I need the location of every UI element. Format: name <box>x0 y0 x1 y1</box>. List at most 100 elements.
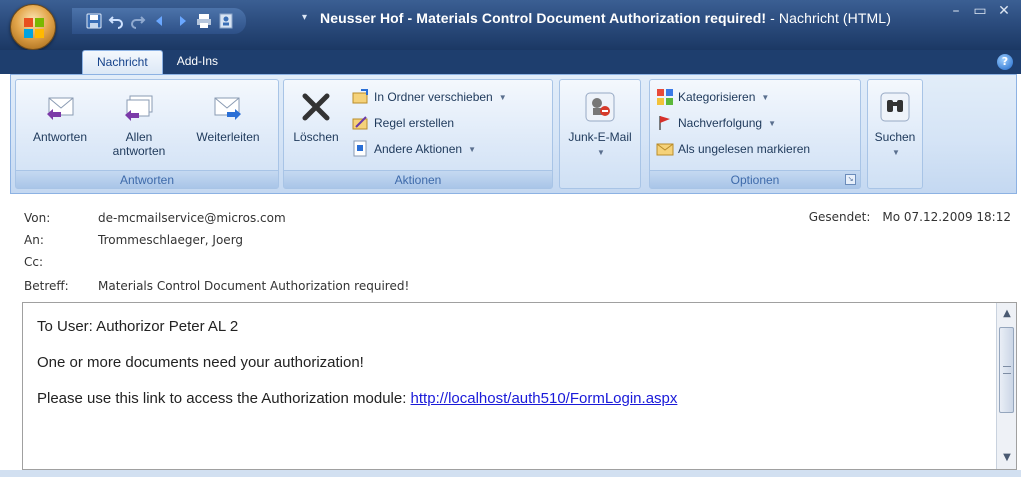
scroll-up-icon[interactable]: ▲ <box>998 305 1016 323</box>
unread-mail-icon <box>656 143 674 156</box>
delete-button[interactable]: Löschen <box>288 86 344 144</box>
options-dialog-launcher-icon[interactable]: ↘ <box>845 174 856 185</box>
sent-info: Gesendet: Mo 07.12.2009 18:12 <box>809 210 1011 224</box>
scroll-down-icon[interactable]: ▼ <box>998 449 1016 467</box>
rule-icon <box>352 116 368 130</box>
group-aktionen: Löschen In Ordner verschieben ▼ Regel er… <box>283 79 553 189</box>
binoculars-icon <box>880 92 910 122</box>
to-row: An: Trommeschlaeger, Joerg <box>24 230 243 250</box>
office-button[interactable] <box>10 4 56 50</box>
save-icon[interactable] <box>86 13 102 29</box>
forward-label: Weiterleiten <box>196 130 260 144</box>
group-suchen: Suchen ▼ <box>867 79 923 189</box>
delete-icon <box>302 93 330 121</box>
sent-value: Mo 07.12.2009 18:12 <box>882 210 1011 224</box>
window-bottom-border <box>0 470 1021 477</box>
cc-label: Cc: <box>24 255 44 269</box>
move-to-folder-button[interactable]: In Ordner verschieben ▼ <box>352 86 507 108</box>
group-aktionen-label: Aktionen <box>284 170 552 188</box>
customize-qat-icon[interactable]: ▾ <box>302 12 307 23</box>
chevron-down-icon: ▼ <box>892 148 900 157</box>
to-label: An: <box>24 233 44 247</box>
chevron-down-icon: ▼ <box>597 148 605 157</box>
reply-all-label: Allen antworten <box>112 130 166 158</box>
message-body[interactable]: To User: Authorizor Peter AL 2 One or mo… <box>22 302 1017 470</box>
chevron-down-icon: ▼ <box>468 144 476 154</box>
subject-value: Materials Control Document Authorization… <box>98 279 410 293</box>
quick-access-toolbar <box>72 8 246 34</box>
chevron-down-icon: ▼ <box>761 92 770 102</box>
tab-nachricht[interactable]: Nachricht <box>82 50 163 74</box>
message-header: Von: de-mcmailservice@micros.com An: Tro… <box>10 198 1017 302</box>
to-value[interactable]: Trommeschlaeger, Joerg <box>98 233 243 247</box>
group-optionen-label: Optionen <box>650 170 860 188</box>
chevron-down-icon: ▼ <box>768 118 776 128</box>
follow-up-button[interactable]: Nachverfolgung ▼ <box>656 112 776 134</box>
move-to-folder-label: In Ordner verschieben <box>374 90 493 104</box>
authorization-link[interactable]: http://localhost/auth510/FormLogin.aspx <box>411 390 678 407</box>
cc-row: Cc: <box>24 252 98 272</box>
title-bar: ▾ Neusser Hof - Materials Control Docume… <box>0 0 1021 50</box>
office-logo-icon <box>24 18 44 38</box>
body-link-prefix: Please use this link to access the Autho… <box>37 390 411 407</box>
next-item-icon[interactable] <box>174 13 190 29</box>
delete-label: Löschen <box>293 130 339 144</box>
search-label: Suchen <box>874 130 916 144</box>
create-rule-button[interactable]: Regel erstellen <box>352 112 454 134</box>
search-button[interactable]: Suchen ▼ <box>870 86 920 160</box>
reply-label: Antworten <box>32 130 88 144</box>
categorize-label: Kategorisieren <box>678 90 756 104</box>
forward-button[interactable]: Weiterleiten <box>182 86 274 144</box>
junk-email-button[interactable]: Junk-E-Mail ▼ <box>562 86 638 160</box>
window-controls: – ▭ ✕ <box>945 2 1015 20</box>
ribbon-tabs: Nachricht Add-Ins <box>82 50 232 74</box>
follow-up-label: Nachverfolgung <box>678 116 763 130</box>
group-junk: Junk-E-Mail ▼ <box>559 79 641 189</box>
address-book-icon[interactable] <box>218 13 234 29</box>
reply-button[interactable]: Antworten <box>22 86 98 144</box>
flag-icon <box>659 116 670 130</box>
undo-icon[interactable] <box>108 13 124 29</box>
chevron-down-icon: ▼ <box>498 92 507 102</box>
grip-icon <box>1003 366 1011 374</box>
print-icon[interactable] <box>196 13 212 29</box>
forward-icon <box>214 97 241 120</box>
ribbon: Antworten Allen antworten Weiterleiten A… <box>10 74 1017 194</box>
create-rule-label: Regel erstellen <box>374 116 455 130</box>
from-value[interactable]: de-mcmailservice@micros.com <box>98 211 286 225</box>
reply-all-button[interactable]: Allen antworten <box>104 86 174 158</box>
from-label: Von: <box>24 211 51 225</box>
from-row: Von: de-mcmailservice@micros.com <box>24 208 286 228</box>
group-antworten: Antworten Allen antworten Weiterleiten A… <box>15 79 279 189</box>
body-line-link: Please use this link to access the Autho… <box>37 389 677 409</box>
vertical-scrollbar[interactable]: ▲ ▼ <box>996 303 1016 469</box>
reply-icon <box>47 97 74 120</box>
mark-unread-button[interactable]: Als ungelesen markieren <box>656 138 810 160</box>
scroll-thumb[interactable] <box>999 327 1014 413</box>
sent-label: Gesendet: <box>808 210 871 224</box>
maximize-icon[interactable]: ▭ <box>969 2 991 20</box>
other-actions-label: Andere Aktionen <box>374 142 463 156</box>
help-icon[interactable]: ? <box>997 54 1013 70</box>
window-title: Neusser Hof - Materials Control Document… <box>320 10 891 26</box>
body-line-documents: One or more documents need your authoriz… <box>37 354 364 371</box>
previous-item-icon[interactable] <box>152 13 168 29</box>
window-title-suffix: - Nachricht (HTML) <box>766 10 891 26</box>
move-folder-icon <box>352 89 368 104</box>
window-title-main: Neusser Hof - Materials Control Document… <box>320 10 767 26</box>
subject-row: Betreff: Materials Control Document Auth… <box>24 276 409 296</box>
minimize-icon[interactable]: – <box>945 2 967 20</box>
redo-icon[interactable] <box>130 13 146 29</box>
other-actions-icon <box>353 140 367 157</box>
other-actions-button[interactable]: Andere Aktionen ▼ <box>352 138 476 160</box>
tab-add-ins[interactable]: Add-Ins <box>163 50 232 74</box>
group-optionen: Kategorisieren ▼ Nachverfolgung ▼ Als un… <box>649 79 861 189</box>
close-icon[interactable]: ✕ <box>993 2 1015 20</box>
subject-label: Betreff: <box>24 279 69 293</box>
junk-email-label: Junk-E-Mail <box>568 130 632 144</box>
reply-all-icon <box>125 95 153 121</box>
junk-email-icon <box>585 92 615 122</box>
group-antworten-label: Antworten <box>16 170 278 188</box>
categorize-button[interactable]: Kategorisieren ▼ <box>656 86 769 108</box>
body-line-user: To User: Authorizor Peter AL 2 <box>37 318 239 335</box>
